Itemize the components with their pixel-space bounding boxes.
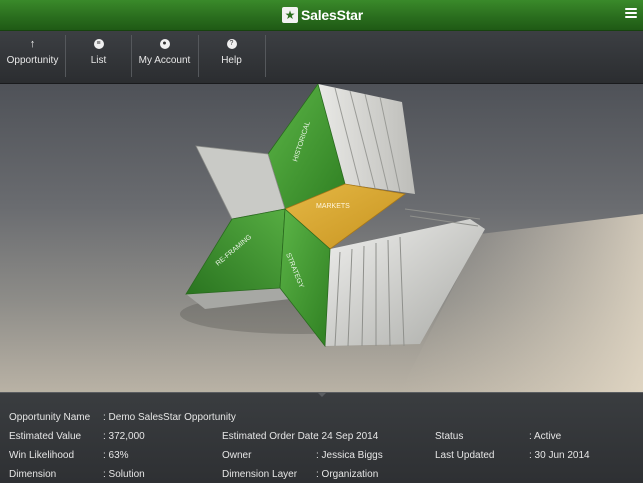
estimated-value-value: : 372,000 (103, 431, 145, 442)
arrow-up-icon: ↑ (29, 38, 36, 50)
last-updated-label: Last Updated (435, 450, 495, 461)
dimension-value: : Solution (103, 469, 145, 480)
toolbar-label-opportunity: Opportunity (6, 55, 59, 66)
opportunity-name-label: Opportunity Name (9, 412, 91, 423)
status-label: Status (435, 431, 464, 442)
last-updated-value: : 30 Jun 2014 (529, 450, 590, 461)
dimension-layer-label: Dimension Layer (222, 469, 298, 480)
opportunity-name-value: : Demo SalesStar Opportunity (103, 412, 236, 423)
toolbar-button-help[interactable]: ? Help (199, 31, 264, 79)
help-icon: ? (226, 39, 237, 49)
owner-value: : Jessica Biggs (316, 450, 383, 461)
win-likelihood-value: : 63% (103, 450, 129, 461)
toolbar-label-list: List (90, 55, 107, 66)
hamburger-menu-icon[interactable] (625, 6, 637, 20)
segment-label-markets[interactable]: MARKETS (316, 203, 350, 210)
dimension-label: Dimension (9, 469, 57, 480)
panel-notch (317, 392, 327, 397)
toolbar-button-list[interactable]: ≡ List (66, 31, 131, 79)
main-toolbar: ↑ Opportunity ≡ List ● My Account ? Help (0, 31, 643, 84)
owner-label: Owner (222, 450, 252, 461)
details-row: Dimension : Solution Dimension Layer : O… (0, 469, 643, 481)
estimated-value-label: Estimated Value (9, 431, 82, 442)
toolbar-button-opportunity[interactable]: ↑ Opportunity (0, 31, 65, 79)
dimension-layer-value: : Organization (316, 469, 379, 480)
toolbar-label-my-account: My Account (138, 55, 191, 66)
details-row: Estimated Value : 372,000 Estimated Orde… (0, 431, 643, 443)
star-graphic[interactable]: HISTORICAL MARKETS RE-FRAMING STRATEGY (0, 84, 643, 392)
win-likelihood-label: Win Likelihood (9, 450, 75, 461)
estimated-order-date-value: : 24 Sep 2014 (316, 431, 379, 442)
status-value: : Active (529, 431, 562, 442)
estimated-order-date-label: Estimated Order Date (222, 431, 319, 442)
toolbar-divider (265, 35, 266, 77)
user-icon: ● (159, 39, 170, 49)
details-row: Win Likelihood : 63% Owner : Jessica Big… (0, 450, 643, 462)
app-logo: ★ SalesStar (282, 5, 363, 25)
star-icon: ★ (282, 7, 298, 23)
list-icon: ≡ (93, 39, 104, 49)
opportunity-details-panel: Opportunity Name : Demo SalesStar Opport… (0, 392, 643, 483)
toolbar-button-my-account[interactable]: ● My Account (132, 31, 197, 79)
star-visualization[interactable]: HISTORICAL MARKETS RE-FRAMING STRATEGY (0, 84, 643, 392)
toolbar-label-help: Help (221, 55, 242, 66)
details-row: Opportunity Name : Demo SalesStar Opport… (0, 412, 643, 424)
app-title: SalesStar (301, 7, 364, 23)
title-bar: ★ SalesStar (0, 0, 643, 31)
